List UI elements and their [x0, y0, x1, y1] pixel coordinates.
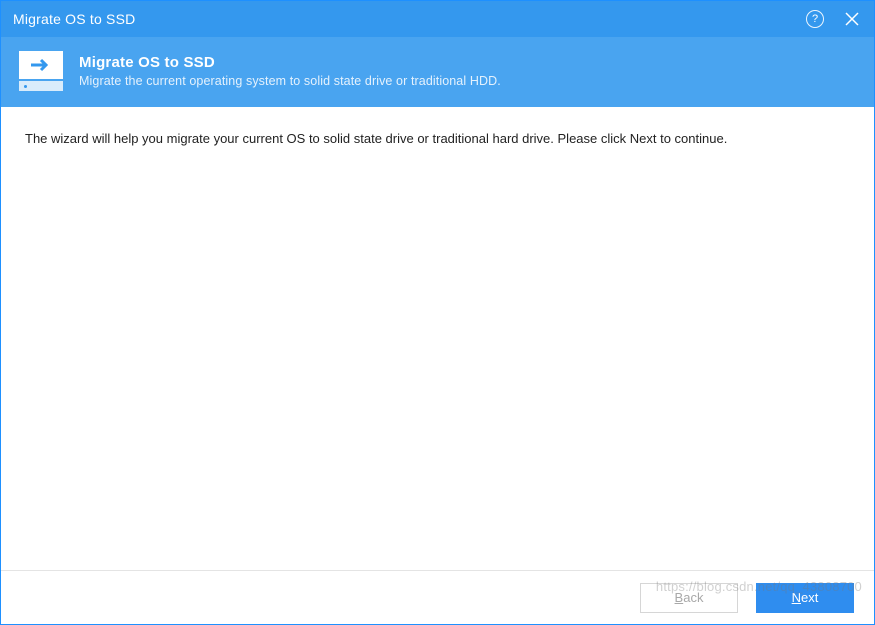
next-button[interactable]: Next [756, 583, 854, 613]
close-icon[interactable] [838, 5, 866, 33]
titlebar: Migrate OS to SSD ? [1, 1, 874, 37]
window-title: Migrate OS to SSD [13, 11, 806, 27]
titlebar-controls: ? [806, 5, 866, 33]
help-icon[interactable]: ? [806, 10, 824, 28]
banner-subtitle: Migrate the current operating system to … [79, 74, 501, 88]
footer: Back Next [1, 570, 874, 624]
dialog-window: Migrate OS to SSD ? Migrate OS to SSD Mi… [0, 0, 875, 625]
content-area: The wizard will help you migrate your cu… [1, 107, 874, 570]
banner-text: Migrate OS to SSD Migrate the current op… [79, 54, 501, 88]
back-button: Back [640, 583, 738, 613]
wizard-message: The wizard will help you migrate your cu… [25, 129, 850, 149]
banner: Migrate OS to SSD Migrate the current op… [1, 37, 874, 107]
banner-title: Migrate OS to SSD [79, 54, 501, 71]
drive-migration-icon [19, 51, 63, 91]
